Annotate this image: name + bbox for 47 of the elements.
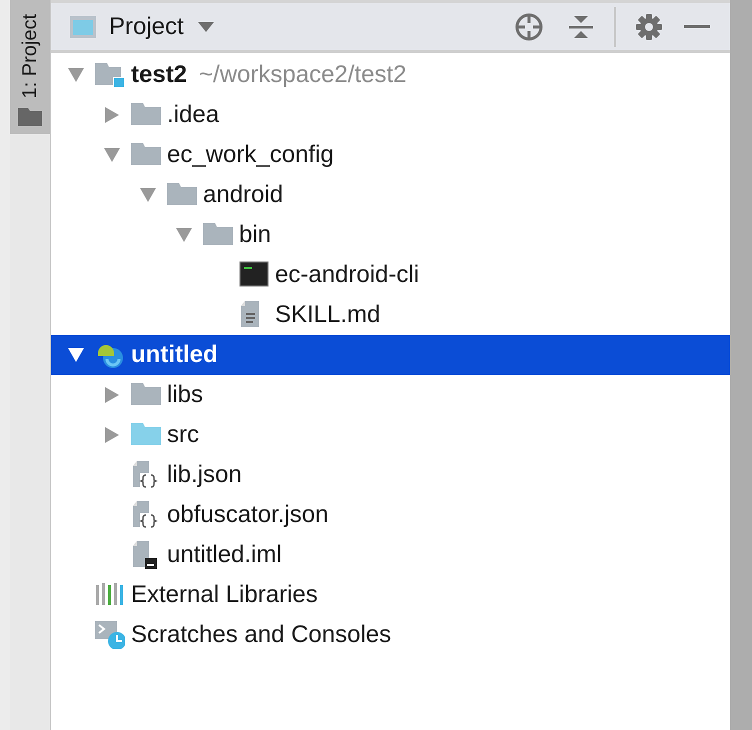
expand-arrow-icon[interactable] (68, 348, 84, 362)
tree-label: ec_work_config (167, 140, 334, 170)
tree-label: untitled.iml (167, 540, 282, 570)
tree-row[interactable]: .idea (51, 95, 730, 135)
tree-label: untitled (131, 340, 218, 370)
tree-row[interactable]: test2 ~/workspace2/test2 (51, 55, 730, 95)
tree-row[interactable]: ec-android-cli (51, 255, 730, 295)
tree-label: test2 (131, 60, 188, 90)
collapse-arrow-icon[interactable] (105, 387, 119, 403)
tree-label: ec-android-cli (275, 260, 420, 290)
tree-row[interactable]: bin (51, 215, 730, 255)
tree-label: External Libraries (131, 580, 318, 610)
project-path: ~/workspace2/test2 (199, 60, 406, 90)
tree-label: SKILL.md (275, 300, 380, 330)
view-selector[interactable]: Project (109, 8, 184, 44)
settings-icon[interactable] (636, 14, 662, 40)
tree-row[interactable]: lib.json (51, 455, 730, 495)
tree-label: bin (239, 220, 272, 250)
tree-row[interactable]: android (51, 175, 730, 215)
tree-label: .idea (167, 100, 220, 130)
tree-row[interactable]: obfuscator.json (51, 495, 730, 535)
collapse-all-icon[interactable] (568, 14, 594, 40)
tree-row[interactable]: ec_work_config (51, 135, 730, 175)
tree-row[interactable]: src (51, 415, 730, 455)
tool-window-tab[interactable]: 1: Project (10, 0, 50, 134)
window-icon (69, 14, 97, 38)
tree-row[interactable]: Scratches and Consoles (51, 615, 730, 655)
tree-row[interactable]: External Libraries (51, 575, 730, 615)
collapse-arrow-icon[interactable] (105, 107, 119, 123)
tree-label: obfuscator.json (167, 500, 328, 530)
tree-row[interactable]: untitled (51, 335, 730, 375)
project-folder-icon (95, 61, 125, 89)
collapse-arrow-icon[interactable] (105, 427, 119, 443)
tree-row[interactable]: SKILL.md (51, 295, 730, 335)
tree-label: Scratches and Consoles (131, 620, 392, 650)
tree-label: lib.json (167, 460, 242, 490)
dropdown-caret-icon[interactable] (198, 22, 214, 32)
tree-row[interactable]: untitled.iml (51, 535, 730, 575)
scratches-icon (95, 621, 125, 649)
minimize-icon[interactable] (684, 24, 710, 28)
tree-row[interactable]: libs (51, 375, 730, 415)
tree-label: libs (167, 380, 204, 410)
tree-label: src (167, 420, 199, 450)
tree-label: android (203, 180, 284, 210)
folder-icon (18, 108, 42, 126)
terminal-icon (239, 261, 269, 289)
locate-icon[interactable] (514, 12, 544, 42)
